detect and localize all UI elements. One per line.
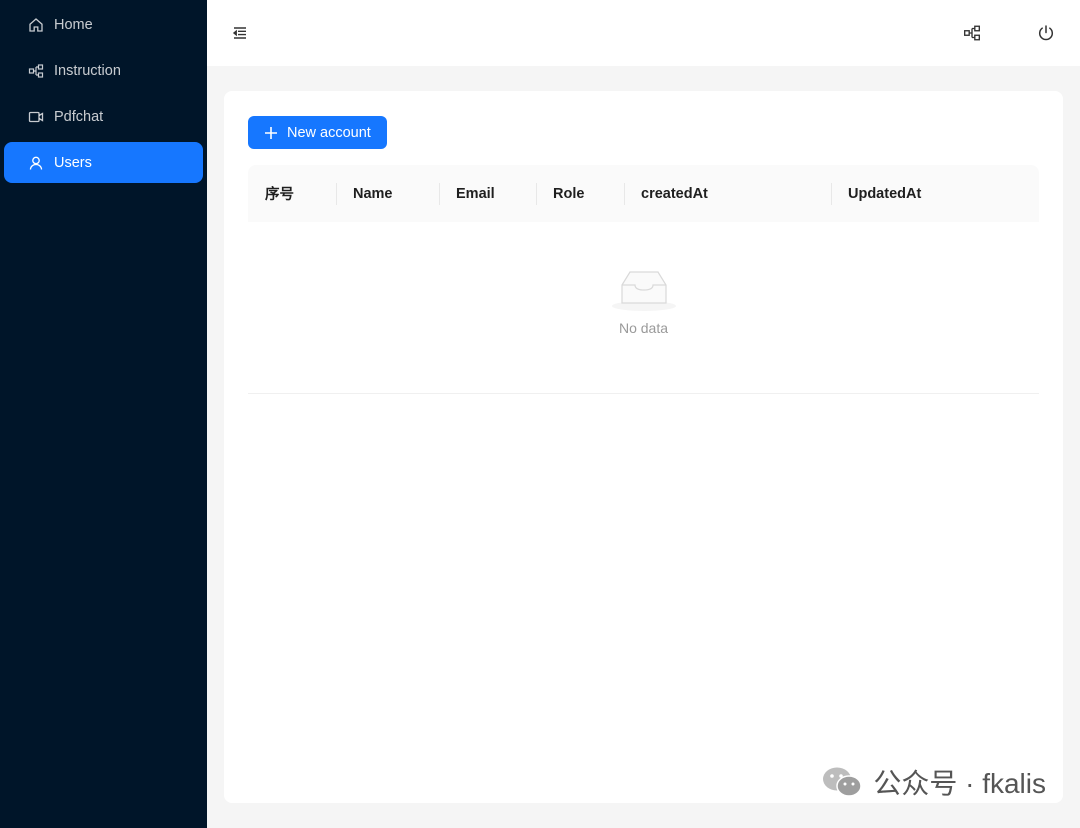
- sidebar-item-label: Home: [54, 16, 93, 33]
- table-empty-state: No data: [248, 222, 1039, 394]
- sidebar-item-home[interactable]: Home: [4, 4, 203, 45]
- column-header-name[interactable]: Name: [336, 165, 439, 222]
- top-header: [207, 0, 1080, 66]
- menu-fold-icon: [231, 24, 249, 42]
- column-header-created-at[interactable]: createdAt: [624, 165, 831, 222]
- watermark: 公众号 · fkalis: [821, 762, 1046, 802]
- diagram-button[interactable]: [960, 21, 984, 45]
- new-account-button[interactable]: New account: [248, 116, 387, 149]
- watermark-text: 公众号 · fkalis: [873, 768, 1046, 799]
- sidebar-item-users[interactable]: Users: [4, 142, 203, 183]
- sidebar-item-label: Instruction: [54, 62, 121, 79]
- sidebar-item-label: Pdfchat: [54, 108, 104, 125]
- diagram-icon: [963, 24, 981, 42]
- sidebar-item-label: Users: [54, 154, 92, 171]
- diagram-icon: [28, 63, 44, 79]
- menu-fold-button[interactable]: [228, 21, 252, 45]
- column-header-index[interactable]: 序号: [248, 165, 336, 222]
- column-header-email[interactable]: Email: [439, 165, 536, 222]
- column-header-role[interactable]: Role: [536, 165, 624, 222]
- column-header-updated-at[interactable]: UpdatedAt: [831, 165, 1039, 222]
- sidebar-item-instruction[interactable]: Instruction: [4, 50, 203, 91]
- home-icon: [28, 17, 44, 33]
- logout-button[interactable]: [1034, 21, 1058, 45]
- empty-text: No data: [618, 320, 669, 336]
- power-icon: [1037, 24, 1055, 42]
- main-card: New account 序号 Name Email Role createdAt…: [224, 91, 1063, 803]
- plus-icon: [264, 126, 278, 140]
- user-icon: [28, 155, 44, 171]
- sidebar-item-pdfchat[interactable]: Pdfchat: [4, 96, 203, 137]
- wechat-icon: [821, 765, 873, 799]
- video-icon: [28, 109, 44, 125]
- users-table: 序号 Name Email Role createdAt UpdatedAt N…: [248, 165, 1039, 394]
- sidebar: Home Instruction Pdfchat Users: [0, 0, 207, 828]
- new-account-label: New account: [287, 124, 371, 141]
- table-header: 序号 Name Email Role createdAt UpdatedAt: [248, 165, 1039, 222]
- empty-inbox-icon: [611, 268, 677, 312]
